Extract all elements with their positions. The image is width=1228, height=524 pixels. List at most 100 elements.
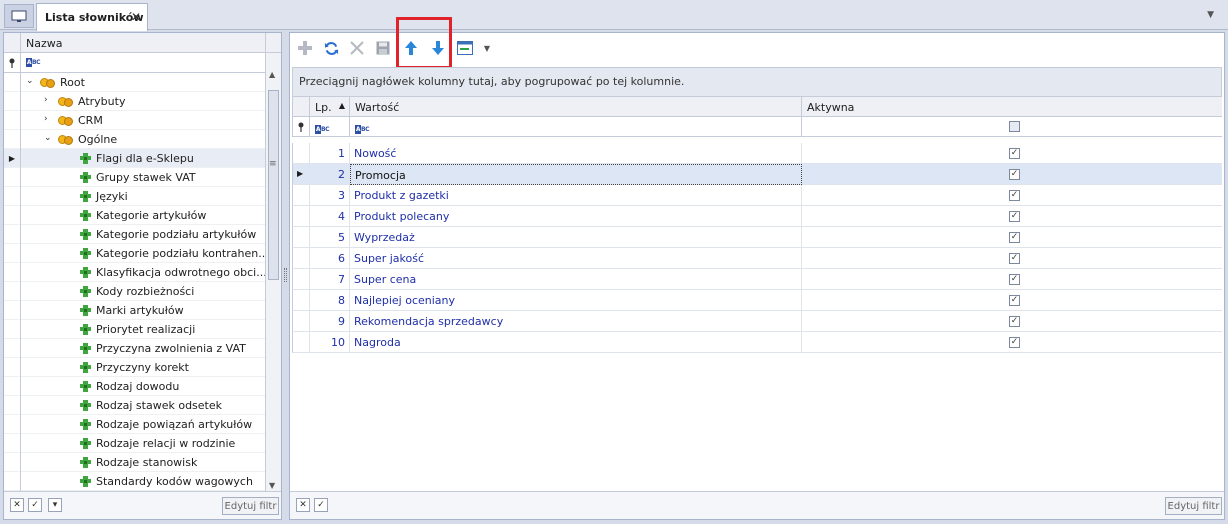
clear-filter-icon[interactable]: ✕	[10, 498, 24, 512]
table-row[interactable]: 4 Produkt polecany ✓	[292, 206, 1222, 227]
column-header-active[interactable]: Aktywna	[802, 97, 1222, 117]
view-options-chevron-down-icon[interactable]: ▼	[478, 39, 496, 57]
filter-enabled-checkbox[interactable]: ✓	[314, 498, 328, 512]
tree-node[interactable]: Rodzaje stanowisk	[4, 453, 265, 472]
tree-node[interactable]: Kategorie podziału kontrahen...	[4, 244, 265, 263]
column-header-name[interactable]: Nazwa	[26, 37, 62, 50]
tree-node[interactable]: Klasyfikacja odwrotnego obci...	[4, 263, 265, 282]
filter-dropdown-icon[interactable]: ▾	[48, 498, 62, 512]
tree-node[interactable]: Standardy kodów wagowych	[4, 472, 265, 491]
table-row[interactable]: 8 Najlepiej oceniany ✓	[292, 290, 1222, 311]
cell-lp[interactable]: 3	[310, 185, 350, 206]
active-filter-checkbox[interactable]	[1009, 121, 1020, 132]
save-icon[interactable]	[374, 39, 392, 57]
abc-filter-icon[interactable]: ABC	[26, 58, 42, 67]
tree-node[interactable]: ⌄ Ogólne	[4, 130, 265, 149]
tree-scrollbar[interactable]: ▲ ≡ ▼	[265, 53, 281, 491]
active-checkbox[interactable]: ✓	[1009, 337, 1020, 348]
pane-splitter[interactable]	[284, 268, 287, 282]
table-row[interactable]: 1 Nowość ✓	[292, 143, 1222, 164]
group-by-panel[interactable]: Przeciągnij nagłówek kolumny tutaj, aby …	[292, 67, 1222, 97]
scroll-up-icon[interactable]: ▲	[269, 70, 275, 79]
cell-value[interactable]: Produkt z gazetki	[350, 185, 802, 206]
cell-value[interactable]: Nagroda	[350, 332, 802, 353]
tree-node[interactable]: Rodzaj stawek odsetek	[4, 396, 265, 415]
tab-lista-slownikow[interactable]: Lista słowników ✕	[36, 3, 148, 31]
active-checkbox[interactable]: ✓	[1009, 232, 1020, 243]
cell-lp[interactable]: 6	[310, 248, 350, 269]
active-checkbox[interactable]: ✓	[1009, 190, 1020, 201]
tab-menu-chevron-icon[interactable]: ▼	[1207, 10, 1214, 20]
cell-lp[interactable]: 8	[310, 290, 350, 311]
home-tab[interactable]	[4, 4, 34, 28]
cell-value[interactable]: Promocja	[350, 164, 802, 185]
scroll-thumb[interactable]	[268, 90, 279, 280]
tree-node[interactable]: Rodzaje relacji w rodzinie	[4, 434, 265, 453]
tree-node[interactable]: › CRM	[4, 111, 265, 130]
expand-icon[interactable]: ›	[44, 114, 48, 124]
scroll-down-icon[interactable]: ▼	[269, 481, 275, 490]
cell-value[interactable]: Wyprzedaż	[350, 227, 802, 248]
column-header-value[interactable]: Wartość	[350, 97, 802, 117]
lp-filter-cell[interactable]: ABC	[310, 117, 350, 137]
cell-value[interactable]: Super cena	[350, 269, 802, 290]
close-icon[interactable]: ✕	[131, 10, 141, 24]
tree-node[interactable]: Przyczyny korekt	[4, 358, 265, 377]
active-checkbox[interactable]: ✓	[1009, 211, 1020, 222]
active-checkbox[interactable]: ✓	[1009, 295, 1020, 306]
tree-node[interactable]: › Atrybuty	[4, 92, 265, 111]
tree-node[interactable]: Języki	[4, 187, 265, 206]
active-checkbox[interactable]: ✓	[1009, 274, 1020, 285]
delete-icon[interactable]	[348, 39, 366, 57]
expand-icon[interactable]: ›	[44, 95, 48, 105]
tree-node[interactable]: ⌄ Root	[4, 73, 265, 92]
edit-filter-button[interactable]: Edytuj filtr	[222, 497, 279, 515]
table-row[interactable]: ▶ 2 Promocja ✓	[292, 164, 1222, 185]
cell-lp[interactable]: 5	[310, 227, 350, 248]
cell-lp[interactable]: 7	[310, 269, 350, 290]
cell-value[interactable]: Produkt polecany	[350, 206, 802, 227]
tree-node[interactable]: Grupy stawek VAT	[4, 168, 265, 187]
table-row[interactable]: 6 Super jakość ✓	[292, 248, 1222, 269]
tree-node[interactable]: Kategorie podziału artykułów	[4, 225, 265, 244]
cell-lp[interactable]: 1	[310, 143, 350, 164]
table-row[interactable]: 3 Produkt z gazetki ✓	[292, 185, 1222, 206]
table-row[interactable]: 10 Nagroda ✓	[292, 332, 1222, 353]
cell-value[interactable]: Rekomendacja sprzedawcy	[350, 311, 802, 332]
tree-node[interactable]: Marki artykułów	[4, 301, 265, 320]
tree-node[interactable]: Priorytet realizacji	[4, 320, 265, 339]
table-row[interactable]: 9 Rekomendacja sprzedawcy ✓	[292, 311, 1222, 332]
cell-lp[interactable]: 2	[310, 164, 350, 185]
active-checkbox[interactable]: ✓	[1009, 169, 1020, 180]
tree-node[interactable]: ▶ Flagi dla e-Sklepu	[4, 149, 265, 168]
row-indicator	[4, 187, 21, 206]
table-row[interactable]: 5 Wyprzedaż ✓	[292, 227, 1222, 248]
tree-node[interactable]: Kategorie artykułów	[4, 206, 265, 225]
active-filter-cell[interactable]	[802, 117, 1222, 137]
edit-filter-button[interactable]: Edytuj filtr	[1165, 497, 1222, 515]
clear-filter-icon[interactable]: ✕	[296, 498, 310, 512]
tree-node[interactable]: Przyczyna zwolnienia z VAT	[4, 339, 265, 358]
cell-lp[interactable]: 10	[310, 332, 350, 353]
column-header-lp[interactable]: Lp. ▲	[310, 97, 350, 117]
cell-lp[interactable]: 9	[310, 311, 350, 332]
tree-node[interactable]: Rodzaje powiązań artykułów	[4, 415, 265, 434]
tree-filter-row[interactable]: ABC	[4, 53, 281, 73]
tree-node[interactable]: Rodzaj dowodu	[4, 377, 265, 396]
cell-value[interactable]: Super jakość	[350, 248, 802, 269]
active-checkbox[interactable]: ✓	[1009, 148, 1020, 159]
cell-value[interactable]: Nowość	[350, 143, 802, 164]
filter-enabled-checkbox[interactable]: ✓	[28, 498, 42, 512]
value-filter-cell[interactable]: ABC	[350, 117, 802, 137]
active-checkbox[interactable]: ✓	[1009, 253, 1020, 264]
table-row[interactable]: 7 Super cena ✓	[292, 269, 1222, 290]
collapse-icon[interactable]: ⌄	[26, 76, 34, 86]
refresh-icon[interactable]	[322, 39, 340, 57]
collapse-icon[interactable]: ⌄	[44, 133, 52, 143]
cell-lp[interactable]: 4	[310, 206, 350, 227]
view-options-icon[interactable]	[456, 39, 474, 57]
active-checkbox[interactable]: ✓	[1009, 316, 1020, 327]
cell-value[interactable]: Najlepiej oceniany	[350, 290, 802, 311]
tree-node[interactable]: Kody rozbieżności	[4, 282, 265, 301]
add-icon[interactable]	[296, 39, 314, 57]
